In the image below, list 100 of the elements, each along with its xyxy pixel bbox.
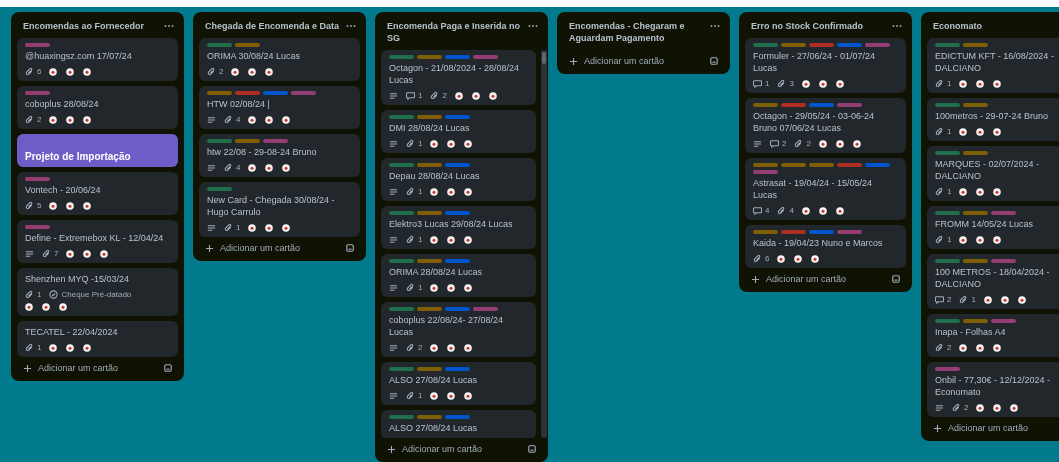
avatar-icon[interactable] bbox=[25, 303, 33, 311]
card[interactable]: Formuler - 27/06/24 - 01/07/24 Lucas 1 3 bbox=[745, 38, 906, 93]
card[interactable]: coboplus 28/08/24 2 bbox=[17, 86, 178, 129]
member-avatars[interactable] bbox=[983, 295, 1026, 304]
paperclip-icon bbox=[935, 187, 944, 196]
template-icon[interactable] bbox=[346, 244, 354, 252]
list-title[interactable]: Chegada de Encomenda e Data bbox=[205, 20, 346, 32]
card[interactable]: Inapa - Folhas A4 2 bbox=[927, 314, 1059, 357]
card-title: New Card - Chegada 30/08/24 - Hugo Carrulo bbox=[207, 194, 336, 218]
paperclip-icon bbox=[406, 391, 415, 400]
card-title: Shenzhen MYQ -15/03/24 bbox=[25, 273, 131, 285]
member-avatars[interactable] bbox=[959, 127, 1002, 136]
add-card-button[interactable]: Adicionar um cartão bbox=[569, 56, 665, 66]
card[interactable]: Shenzhen MYQ -15/03/24 1 Cheque Pré-datado bbox=[17, 268, 178, 316]
list-title[interactable]: Encomendas ao Fornecedor bbox=[23, 20, 164, 32]
card[interactable]: Kaida - 19/04/23 Nuno e Marcos 6 bbox=[745, 225, 906, 268]
member-avatars[interactable] bbox=[959, 343, 1002, 352]
add-card-button[interactable]: Adicionar um cartão bbox=[23, 363, 119, 373]
member-avatars[interactable] bbox=[49, 343, 92, 352]
paperclip-icon bbox=[935, 127, 944, 136]
member-avatars[interactable] bbox=[430, 235, 473, 244]
member-avatars[interactable] bbox=[25, 303, 67, 311]
template-icon[interactable] bbox=[892, 275, 900, 283]
comment-icon bbox=[753, 79, 762, 88]
card[interactable]: 100metros - 29-07-24 Bruno 1 bbox=[927, 98, 1059, 141]
member-avatars[interactable] bbox=[818, 139, 861, 148]
member-avatars[interactable] bbox=[454, 91, 497, 100]
paperclip-icon bbox=[25, 290, 34, 299]
member-avatars[interactable] bbox=[801, 206, 844, 215]
card[interactable]: 100 METROS - 18/04/2024 - DALCIANO 2 1 bbox=[927, 254, 1059, 309]
more-icon[interactable] bbox=[528, 24, 538, 28]
member-avatars[interactable] bbox=[959, 235, 1002, 244]
card[interactable]: Define - Extremebox KL - 12/04/24 7 bbox=[17, 220, 178, 263]
member-avatars[interactable] bbox=[49, 115, 92, 124]
avatar-icon[interactable] bbox=[42, 303, 50, 311]
card[interactable]: ALSO 27/08/24 Lucas 1 bbox=[381, 362, 536, 405]
list-title[interactable]: Erro no Stock Confirmado bbox=[751, 20, 892, 32]
paperclip-icon bbox=[406, 343, 415, 352]
list-title[interactable]: Encomenda Paga e Inserida no SG bbox=[387, 20, 528, 44]
card[interactable]: Depau 28/08/24 Lucas 1 bbox=[381, 158, 536, 201]
plus-icon bbox=[23, 363, 32, 373]
add-card-button[interactable]: Adicionar um cartão bbox=[205, 243, 301, 253]
member-avatars[interactable] bbox=[248, 163, 291, 172]
card[interactable]: Vontech - 20/06/24 5 bbox=[17, 172, 178, 215]
card-title: Inapa - Folhas A4 bbox=[935, 326, 1007, 338]
member-avatars[interactable] bbox=[959, 79, 1002, 88]
more-icon[interactable] bbox=[346, 24, 356, 28]
more-icon[interactable] bbox=[710, 24, 720, 28]
template-icon[interactable] bbox=[528, 445, 536, 453]
template-icon[interactable] bbox=[164, 364, 172, 372]
attachment-count: 2 bbox=[806, 139, 811, 148]
card[interactable]: Octagon - 21/08/2024 - 28/08/24 Lucas 1 2 bbox=[381, 50, 536, 105]
scrollbar[interactable] bbox=[541, 50, 547, 438]
member-avatars[interactable] bbox=[248, 223, 291, 232]
add-card-button[interactable]: Adicionar um cartão bbox=[387, 444, 483, 454]
paperclip-icon bbox=[959, 295, 969, 304]
template-icon[interactable] bbox=[710, 57, 718, 65]
member-avatars[interactable] bbox=[777, 254, 820, 263]
card[interactable]: @huaxingsz.com 17/07/24 6 bbox=[17, 38, 178, 81]
member-avatars[interactable] bbox=[231, 67, 274, 76]
attachment-count: 1 bbox=[947, 187, 952, 196]
card[interactable]: TECATEL - 22/04/2024 1 bbox=[17, 321, 178, 357]
card[interactable]: Astrasat - 19/04/24 - 15/05/24 Lucas 4 4 bbox=[745, 158, 906, 220]
card[interactable]: MARQUES - 02/07/2024 - DALCIANO 1 bbox=[927, 146, 1059, 201]
more-icon[interactable] bbox=[892, 24, 902, 28]
card[interactable]: coboplus 22/08/24- 27/08/24 Lucas 2 bbox=[381, 302, 536, 357]
card-title: FROMM 14/05/24 Lucas bbox=[935, 218, 1035, 230]
card[interactable]: HTW 02/08/24 | 4 bbox=[199, 86, 360, 129]
attachment-count: 2 bbox=[442, 91, 447, 100]
card[interactable]: htw 22/08 - 29-08-24 Bruno 4 bbox=[199, 134, 360, 177]
member-avatars[interactable] bbox=[248, 115, 291, 124]
list-title[interactable]: Economato bbox=[933, 20, 1059, 32]
member-avatars[interactable] bbox=[66, 249, 109, 258]
add-card-button[interactable]: Adicionar um cartão bbox=[933, 423, 1029, 433]
comment-count: 1 bbox=[418, 91, 423, 100]
member-avatars[interactable] bbox=[430, 343, 473, 352]
member-avatars[interactable] bbox=[801, 79, 844, 88]
member-avatars[interactable] bbox=[49, 67, 92, 76]
avatar-icon[interactable] bbox=[59, 303, 67, 311]
more-icon[interactable] bbox=[164, 24, 174, 28]
member-avatars[interactable] bbox=[959, 187, 1002, 196]
add-card-button[interactable]: Adicionar um cartão bbox=[751, 274, 847, 284]
member-avatars[interactable] bbox=[430, 139, 473, 148]
card[interactable]: DMI 28/08/24 Lucas 1 bbox=[381, 110, 536, 153]
card[interactable]: New Card - Chegada 30/08/24 - Hugo Carrulo 1 bbox=[199, 182, 360, 237]
member-avatars[interactable] bbox=[430, 391, 473, 400]
card[interactable]: Octagon - 29/05/24 - 03-06-24 Bruno 07/06/24 Lucas 2 2 bbox=[745, 98, 906, 153]
member-avatars[interactable] bbox=[49, 201, 92, 210]
cover-card[interactable]: Projeto de Importação bbox=[17, 134, 178, 167]
list-title[interactable]: Encomendas - Chegaram e Aguardam Pagamento bbox=[569, 20, 710, 44]
member-avatars[interactable] bbox=[430, 187, 473, 196]
card[interactable]: Onbil - 77,30€ - 12/12/2024 - Economato 2 bbox=[927, 362, 1059, 417]
card[interactable]: FROMM 14/05/24 Lucas 1 bbox=[927, 206, 1059, 249]
card[interactable]: Elektro3 Lucas 29/08/24 Lucas 1 bbox=[381, 206, 536, 249]
paperclip-icon bbox=[777, 79, 787, 88]
member-avatars[interactable] bbox=[976, 403, 1019, 412]
member-avatars[interactable] bbox=[430, 283, 473, 292]
card[interactable]: ORIMA 28/08/24 Lucas 1 bbox=[381, 254, 536, 297]
card[interactable]: EDICTUM KFT - 16/08/2024 - DALCIANO 1 bbox=[927, 38, 1059, 93]
card[interactable]: ORIMA 30/08/24 Lucas 2 bbox=[199, 38, 360, 81]
